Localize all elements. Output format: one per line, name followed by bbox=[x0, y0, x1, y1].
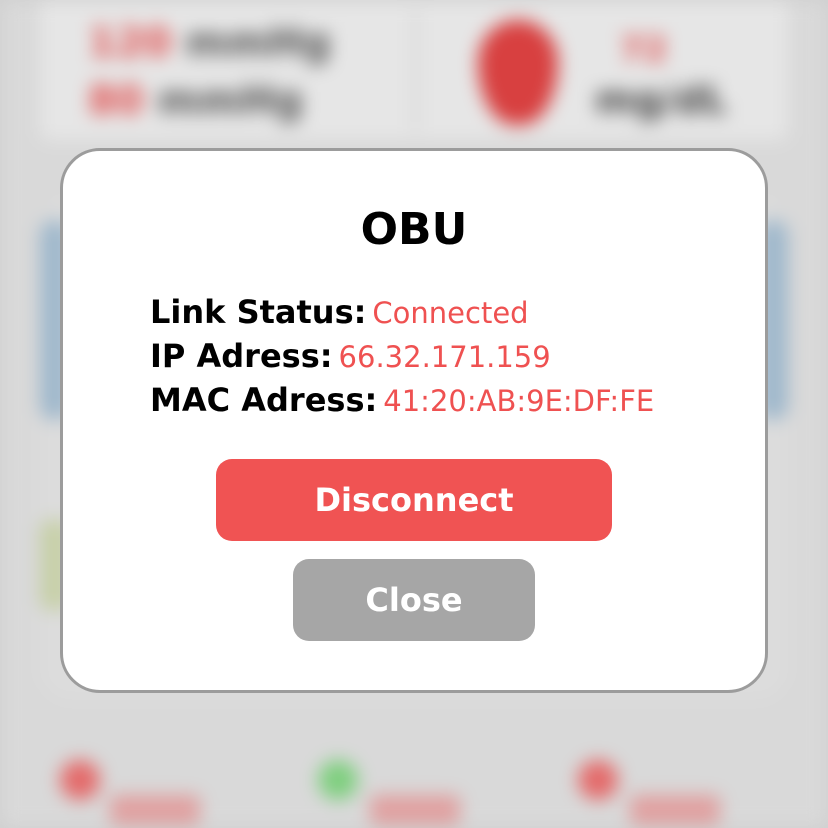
background-reading-unit: mmHg bbox=[157, 78, 304, 124]
background-bar bbox=[110, 795, 200, 825]
background-reading-bottom: 80 mmHg bbox=[88, 78, 303, 124]
disconnect-button[interactable]: Disconnect bbox=[216, 459, 612, 541]
background-red-dot-icon bbox=[60, 760, 100, 800]
dialog-title: OBU bbox=[360, 204, 468, 255]
background-reading-value: 80 bbox=[88, 78, 144, 124]
link-status-label: Link Status: bbox=[150, 293, 367, 331]
mac-address-value: 41:20:AB:9E:DF:FE bbox=[383, 384, 655, 418]
ip-address-value: 66.32.171.159 bbox=[338, 340, 551, 374]
mac-address-row: MAC Adress: 41:20:AB:9E:DF:FE bbox=[150, 378, 654, 422]
background-green-dot-icon bbox=[318, 760, 358, 800]
screen: 120 mmHg 80 mmHg 72 mg/dL OBU Link Statu… bbox=[0, 0, 828, 828]
ip-address-label: IP Adress: bbox=[150, 337, 333, 375]
background-bar bbox=[630, 795, 720, 825]
connection-info: Link Status: Connected IP Adress: 66.32.17… bbox=[150, 290, 654, 422]
background-bar bbox=[370, 795, 460, 825]
background-drop-value: 72 bbox=[620, 30, 668, 70]
close-button[interactable]: Close bbox=[293, 559, 535, 641]
link-status-row: Link Status: Connected bbox=[150, 290, 654, 334]
background-divider bbox=[414, 10, 417, 130]
background-reading-value: 120 bbox=[88, 20, 172, 66]
mac-address-label: MAC Adress: bbox=[150, 381, 378, 419]
background-reading-unit: mmHg bbox=[185, 20, 331, 66]
ip-address-row: IP Adress: 66.32.171.159 bbox=[150, 334, 654, 378]
background-reading-top: 120 mmHg bbox=[88, 20, 331, 66]
background-red-dot-icon bbox=[578, 760, 618, 800]
background-drop-unit: mg/dL bbox=[595, 78, 728, 122]
link-status-value: Connected bbox=[372, 296, 529, 330]
